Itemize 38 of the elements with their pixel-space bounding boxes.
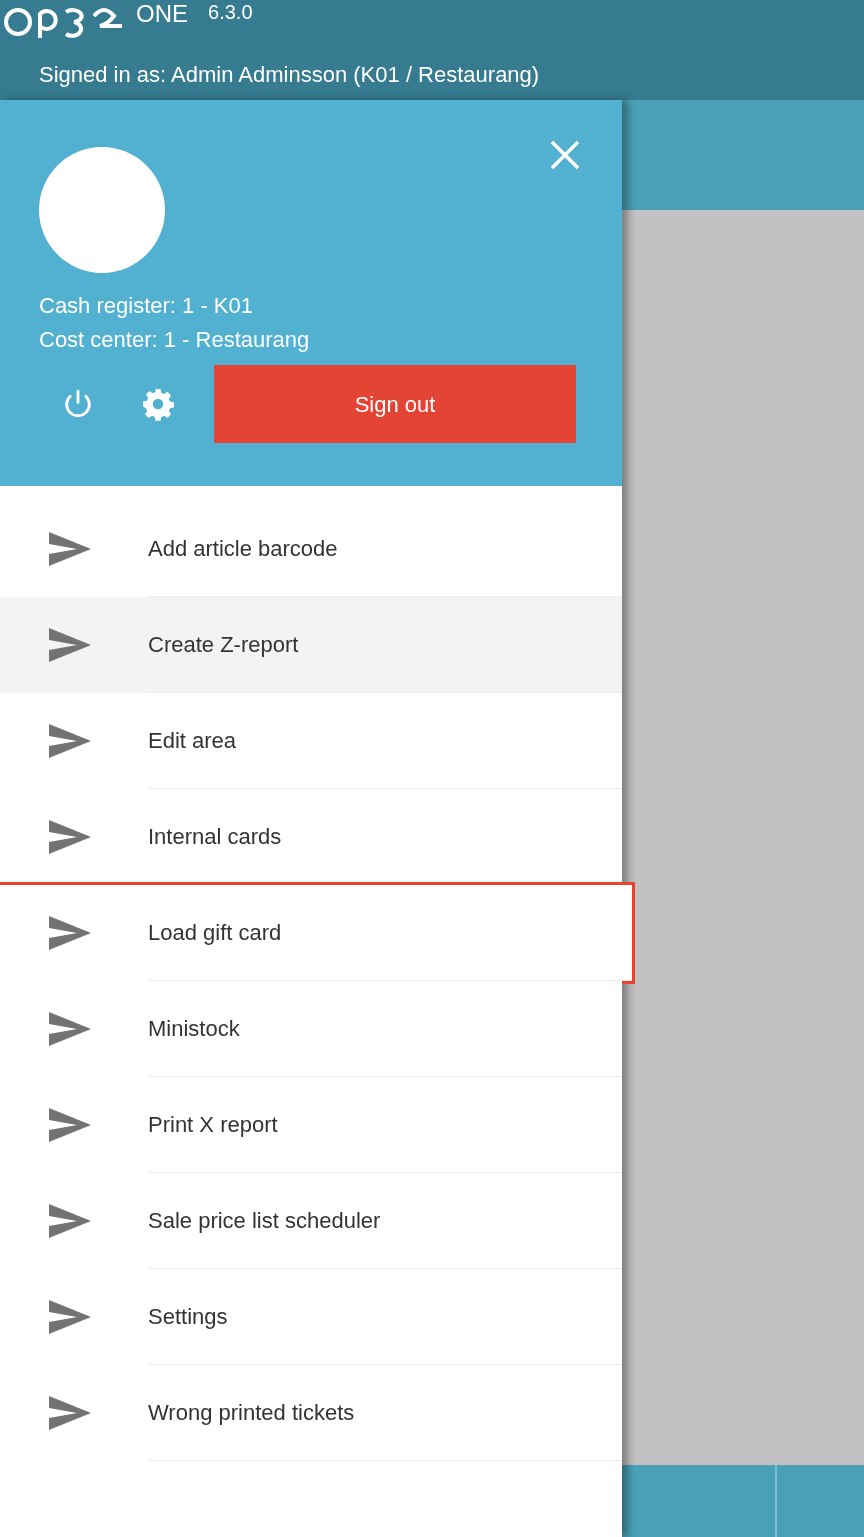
send-icon: [49, 1204, 91, 1238]
send-icon: [49, 916, 91, 950]
menu-item-label: Sale price list scheduler: [148, 1207, 381, 1235]
close-button[interactable]: [548, 138, 582, 172]
menu-item[interactable]: Print X report: [0, 1077, 622, 1173]
menu-item[interactable]: Add article barcode: [0, 501, 622, 597]
cash-register-text: Cash register: 1 - K01: [39, 292, 254, 320]
send-icon: [49, 1396, 91, 1430]
menu-item[interactable]: Load gift card: [0, 885, 632, 981]
signed-in-text: Signed in as: Admin Adminsson (K01 / Restaurang): [39, 61, 541, 89]
menu-item[interactable]: Create Z-report: [0, 597, 622, 693]
send-icon: [49, 820, 91, 854]
menu-item[interactable]: Internal cards: [0, 789, 622, 885]
send-icon: [49, 1012, 91, 1046]
menu-item-label: Edit area: [148, 727, 237, 755]
version-label: 6.3.0: [208, 0, 253, 24]
menu-item[interactable]: Ministock: [0, 981, 622, 1077]
menu-item-label: Create Z-report: [148, 631, 299, 659]
menu-item[interactable]: Settings: [0, 1269, 622, 1365]
menu-item[interactable]: Edit area: [0, 693, 622, 789]
send-icon: [49, 724, 91, 758]
send-icon: [49, 1300, 91, 1334]
sign-out-button[interactable]: Sign out: [214, 365, 576, 443]
send-icon: [49, 532, 91, 566]
product-name: ONE: [136, 0, 188, 28]
menu-item-label: Settings: [148, 1303, 228, 1331]
menu-item-label: Wrong printed tickets: [148, 1399, 355, 1427]
send-icon: [49, 628, 91, 662]
menu-item-label: Load gift card: [148, 919, 282, 947]
menu-item-label: Add article barcode: [148, 535, 338, 563]
menu-item[interactable]: Sale price list scheduler: [0, 1173, 622, 1269]
send-icon: [49, 1108, 91, 1142]
menu-item-label: Ministock: [148, 1015, 240, 1043]
menu-item[interactable]: Wrong printed tickets: [0, 1365, 622, 1461]
menu-item-label: Print X report: [148, 1111, 278, 1139]
menu-item-label: Internal cards: [148, 823, 282, 851]
cost-center-text: Cost center: 1 - Restaurang: [39, 326, 311, 354]
settings-icon: [140, 386, 176, 422]
